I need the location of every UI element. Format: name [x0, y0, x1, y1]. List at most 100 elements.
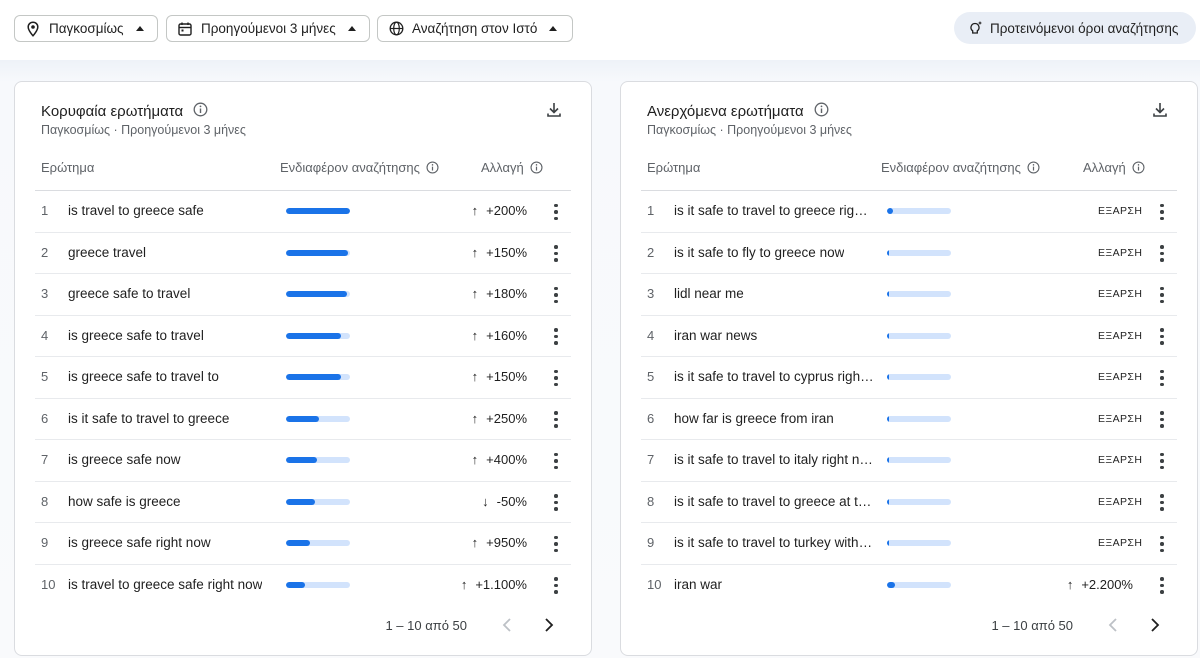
more-vert-icon[interactable] [546, 451, 566, 471]
row-query[interactable]: is it safe to travel to greece at t… [674, 482, 871, 522]
interest-bar-fill [286, 374, 342, 380]
more-vert-icon[interactable] [1152, 410, 1172, 430]
breakout-badge: ΕΞΑΡΣΗ [1098, 205, 1143, 217]
row-query[interactable]: iran war [674, 565, 722, 605]
suggested-terms-button[interactable]: Προτεινόμενοι όροι αναζήτησης [954, 12, 1196, 44]
table-row[interactable]: 8 is it safe to travel to greece at t… ΕΞΑ… [641, 482, 1177, 523]
download-icon[interactable] [545, 101, 563, 119]
change-text: +150% [486, 369, 527, 384]
interest-bar-fill [887, 332, 889, 339]
row-query[interactable]: is it safe to travel to cyprus righ… [674, 357, 874, 397]
interest-bar-fill [887, 498, 889, 505]
row-query[interactable]: is greece safe to travel [68, 316, 204, 356]
column-header-change: Αλλαγή [481, 160, 543, 175]
row-rank: 8 [647, 493, 655, 509]
search-type-filter-chip[interactable]: Αναζήτηση στον Ιστό [377, 15, 573, 42]
more-vert-icon[interactable] [1152, 534, 1172, 554]
table-row[interactable]: 9 is it safe to travel to turkey with… ΕΞΑ… [641, 523, 1177, 565]
interest-bar-fill [887, 249, 889, 256]
row-query[interactable]: how far is greece from iran [674, 399, 834, 439]
row-query[interactable]: is greece safe to travel to [68, 357, 219, 397]
info-icon[interactable] [426, 161, 439, 174]
row-query[interactable]: is it safe to travel to turkey with… [674, 523, 872, 563]
table-row[interactable]: 7 is greece safe now ↑ +400% [35, 440, 571, 482]
more-vert-icon[interactable] [546, 368, 566, 388]
table-row[interactable]: 4 iran war news ΕΞΑΡΣΗ [641, 316, 1177, 357]
more-vert-icon[interactable] [1152, 285, 1172, 305]
table-row[interactable]: 10 is travel to greece safe right now ↑ +1.… [35, 565, 571, 607]
more-vert-icon[interactable] [1152, 576, 1172, 596]
info-icon[interactable] [814, 102, 829, 121]
row-query[interactable]: how safe is greece [68, 482, 181, 522]
more-vert-icon[interactable] [1152, 451, 1172, 471]
row-query[interactable]: is greece safe now [68, 440, 181, 480]
table-row[interactable]: 2 is it safe to fly to greece now ΕΞΑΡΣΗ [641, 233, 1177, 274]
table-row[interactable]: 5 is greece safe to travel to ↑ +150% [35, 357, 571, 399]
interest-bar-fill [286, 332, 342, 339]
row-query[interactable]: is greece safe right now [68, 523, 211, 563]
table-row[interactable]: 3 greece safe to travel ↑ +180% [35, 274, 571, 316]
more-vert-icon[interactable] [546, 534, 566, 554]
change-value: ↑ +160% [472, 316, 527, 356]
table-row[interactable]: 3 lidl near me ΕΞΑΡΣΗ [641, 274, 1177, 316]
card-title-text: Κορυφαία ερωτήματα [41, 103, 184, 120]
more-vert-icon[interactable] [1152, 327, 1172, 347]
change-value: ↑ +950% [472, 523, 527, 563]
more-vert-icon[interactable] [1152, 244, 1172, 264]
row-rank: 5 [41, 369, 49, 384]
more-vert-icon[interactable] [546, 327, 566, 347]
more-vert-icon[interactable] [546, 576, 566, 596]
interest-bar-fill [286, 291, 347, 297]
info-icon[interactable] [193, 102, 208, 121]
more-vert-icon[interactable] [1152, 368, 1172, 388]
row-query[interactable]: greece travel [68, 233, 146, 273]
more-vert-icon[interactable] [546, 410, 566, 430]
chevron-right-icon[interactable] [537, 613, 561, 637]
table-row[interactable]: 2 greece travel ↑ +150% [35, 233, 571, 274]
more-vert-icon[interactable] [546, 285, 566, 305]
table-row[interactable]: 6 how far is greece from iran ΕΞΑΡΣΗ [641, 399, 1177, 440]
table-row[interactable]: 4 is greece safe to travel ↑ +160% [35, 316, 571, 357]
row-query[interactable]: is travel to greece safe right now [68, 565, 262, 605]
table-row[interactable]: 5 is it safe to travel to cyprus righ… ΕΞΑ… [641, 357, 1177, 399]
row-query[interactable]: is it safe to travel to greece [68, 399, 229, 439]
change-text: +150% [486, 244, 527, 260]
pagination-label: 1 – 10 από 50 [991, 617, 1073, 633]
change-value: ↑ +1.100% [461, 565, 527, 605]
row-query[interactable]: lidl near me [674, 274, 744, 314]
row-query[interactable]: is it safe to fly to greece now [674, 233, 844, 273]
table-row[interactable]: 1 is travel to greece safe ↑ +200% [35, 191, 571, 233]
table-row[interactable]: 8 how safe is greece ↓ -50% [35, 482, 571, 523]
table-row[interactable]: 1 is it safe to travel to greece righ… ΕΞΑ… [641, 191, 1177, 233]
top-queries-card: Κορυφαία ερωτήματα Παγκοσμίως · Προηγούμ… [14, 81, 592, 656]
more-vert-icon[interactable] [1152, 202, 1172, 222]
info-icon[interactable] [530, 161, 543, 174]
more-vert-icon[interactable] [546, 202, 566, 222]
more-vert-icon[interactable] [546, 244, 566, 264]
table-row[interactable]: 10 iran war ↑ +2.200% [641, 565, 1177, 607]
interest-bar [286, 291, 350, 297]
row-query[interactable]: is it safe to travel to italy right n… [674, 440, 873, 480]
row-query[interactable]: iran war news [674, 316, 757, 356]
info-icon[interactable] [1027, 161, 1040, 174]
more-vert-icon[interactable] [1152, 493, 1172, 513]
row-query[interactable]: is it safe to travel to greece righ… [674, 191, 874, 231]
row-rank: 1 [41, 203, 49, 218]
info-icon[interactable] [1132, 161, 1145, 174]
table-row[interactable]: 7 is it safe to travel to italy right n… Ε… [641, 440, 1177, 482]
table-row[interactable]: 9 is greece safe right now ↑ +950% [35, 523, 571, 565]
interest-bar-fill [887, 540, 889, 546]
more-vert-icon[interactable] [546, 493, 566, 513]
row-query[interactable]: is travel to greece safe [68, 191, 204, 231]
table-row[interactable]: 6 is it safe to travel to greece ↑ +250% [35, 399, 571, 440]
chevron-right-icon[interactable] [1143, 613, 1167, 637]
chevron-left-icon[interactable] [1101, 613, 1125, 637]
time-filter-chip[interactable]: Προηγούμενοι 3 μήνες [166, 15, 370, 42]
change-text: +180% [486, 286, 527, 301]
chevron-left-icon[interactable] [495, 613, 519, 637]
row-query[interactable]: greece safe to travel [68, 274, 190, 314]
interest-bar-fill [286, 498, 315, 505]
row-rank: 8 [41, 493, 49, 509]
location-filter-chip[interactable]: Παγκοσμίως [14, 15, 158, 42]
download-icon[interactable] [1151, 101, 1169, 119]
